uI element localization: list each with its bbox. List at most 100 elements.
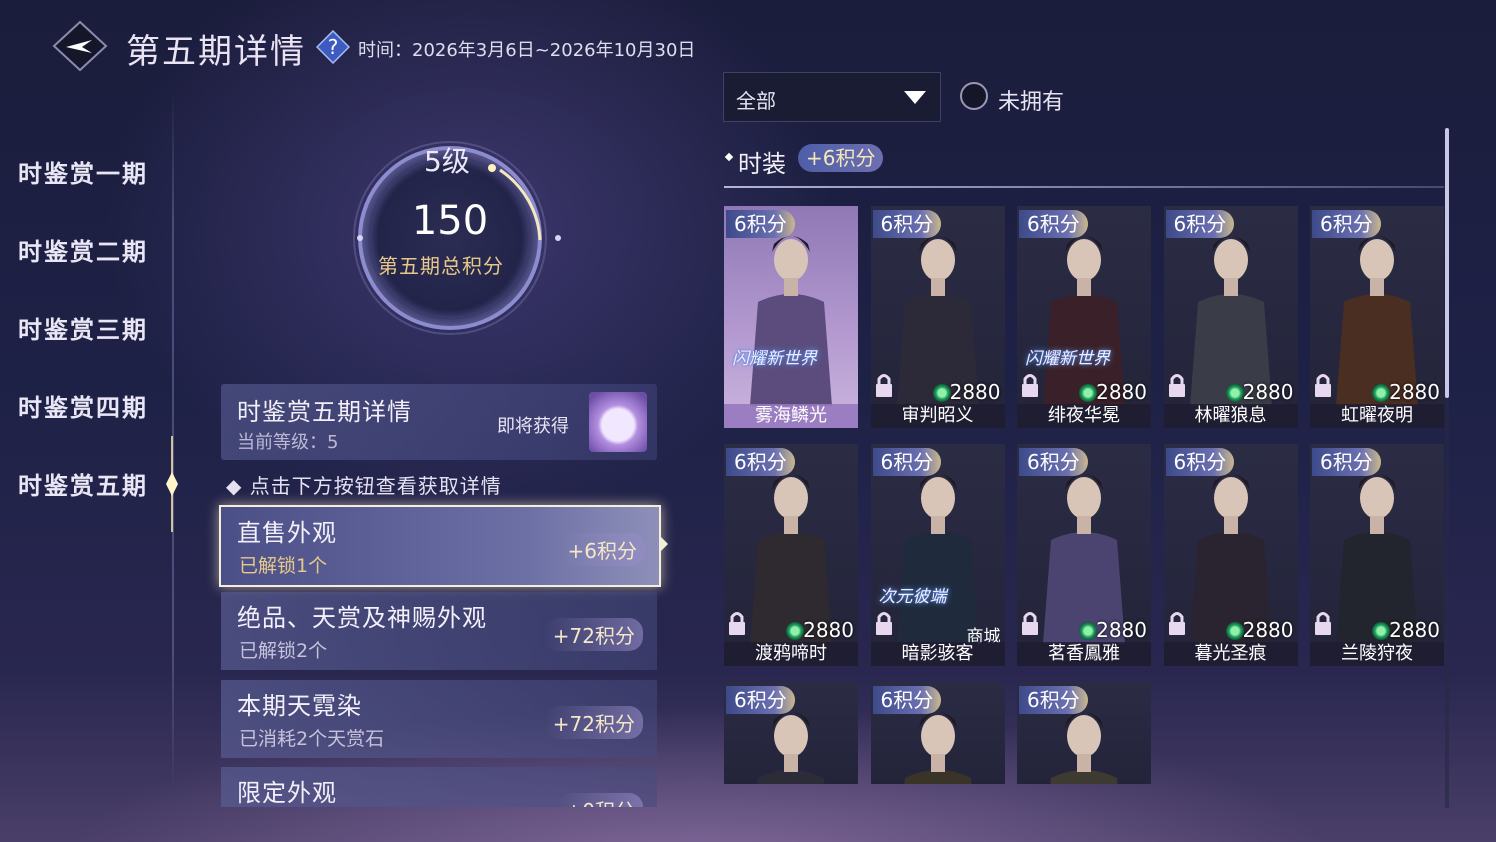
category-title: 直售外观 [237,519,337,547]
jade-coin-icon [932,384,951,402]
outfit-item[interactable]: 6积分 2880 渡鸦啼时 [724,444,858,666]
outfit-item[interactable]: 6积分 2880 审判昭义 [870,206,1005,428]
outfit-item[interactable]: 6积分 闪耀新世界 2880 绯夜华冕 [1017,206,1151,428]
outfit-name: 雾海鳞光 [724,404,858,428]
outfit-item[interactable]: 6积分 2880 兰陵狩夜 [1310,444,1444,666]
category-direct-sale[interactable]: 直售外观 已解锁1个 +6积分 [219,505,661,587]
category-points: +72积分 [544,618,643,651]
nav-item-period-4[interactable]: 时鉴赏四期 [18,388,148,423]
price-label: 2880 [949,380,1001,404]
outfit-name: 审判昭义 [870,404,1005,428]
points-badge: 6积分 [726,210,795,238]
points-badge: 6积分 [872,686,942,714]
category-limited-outfits[interactable]: 限定外观 +0积分 [221,767,657,807]
help-button[interactable]: ? [315,29,351,65]
jade-coin-icon [1225,384,1244,402]
outfit-item[interactable]: 6积分 [724,682,858,784]
points-badge: 6积分 [872,210,942,238]
jade-coin-icon [1372,384,1390,402]
section-bullet-icon [724,152,734,162]
question-mark-icon: ? [315,29,351,65]
price-label: 2880 [1242,618,1294,642]
outfit-item[interactable]: 6积分闪耀新世界雾海鳞光 [724,206,858,428]
points-badge: 6积分 [726,448,795,476]
category-premium-outfits[interactable]: 绝品、天赏及神赐外观 已解锁2个 +72积分 [221,592,657,670]
filter-value: 全部 [736,89,776,113]
level-label: 5级 [424,145,470,178]
current-level-text: 当前等级：5 [237,432,339,453]
outfit-name: 暗影骇客 [870,642,1005,666]
upcoming-reward-label: 即将获得 [497,416,569,437]
svg-text:?: ? [328,35,339,59]
unowned-only-label[interactable]: 未拥有 [998,84,1064,116]
points-badge: 6积分 [872,448,942,476]
period-label: 时间：2026年3月6日~2026年10月30日 [358,40,696,61]
outfit-item[interactable]: 6积分 2880 林曜狼息 [1163,206,1298,428]
points-badge: 6积分 [726,686,795,714]
lock-icon [875,610,893,636]
dropdown-arrow-icon [904,91,926,104]
outfit-item[interactable]: 6积分 2880 暮光圣痕 [1163,444,1298,666]
series-tag: 次元彼端 [878,587,947,607]
section-points-badge: +6积分 [798,144,884,172]
lock-icon [1314,610,1332,636]
series-tag: 闪耀新世界 [732,349,817,369]
price-label: 2880 [1389,380,1440,404]
price-label: 2880 [1096,618,1147,642]
nav-active-indicator [164,436,180,532]
category-title: 绝品、天赏及神赐外观 [237,604,487,632]
points-badge: 6积分 [1165,448,1235,476]
outfit-name: 虹曜夜明 [1310,404,1444,428]
points-badge: 6积分 [1312,448,1381,476]
outfit-name: 渡鸦啼时 [724,642,858,666]
section-divider [724,186,1444,188]
category-filter-select[interactable]: 全部 [723,72,941,122]
outfit-item[interactable]: 6积分 次元彼端 商城 暗影骇客 [870,444,1005,666]
jade-coin-icon [1079,384,1097,402]
category-subtitle: 已消耗2个天赏石 [239,728,385,750]
points-badge: 6积分 [1312,210,1381,238]
category-title: 本期天霓染 [237,692,362,720]
lock-icon [1021,610,1039,636]
lock-icon [1314,372,1332,398]
lock-icon [1168,372,1186,398]
price-label: 2880 [1096,380,1147,404]
scrollbar-thumb[interactable] [1445,128,1449,398]
outfit-item[interactable]: 6积分 2880 虹曜夜明 [1310,206,1444,428]
jade-coin-icon [786,622,804,640]
category-points: +0积分 [557,793,643,807]
lock-icon [728,610,746,636]
price-label: 2880 [1389,618,1440,642]
unowned-only-radio[interactable] [960,82,988,110]
nav-item-period-5[interactable]: 时鉴赏五期 [18,466,148,501]
nav-item-period-3[interactable]: 时鉴赏三期 [18,310,148,345]
outfit-item[interactable]: 6积分 [1017,682,1151,784]
upcoming-reward-thumbnail[interactable] [589,392,647,452]
total-score-caption: 第五期总积分 [378,254,504,278]
details-title: 时鉴赏五期详情 [237,398,412,426]
outfit-name: 暮光圣痕 [1163,642,1298,666]
nav-item-period-2[interactable]: 时鉴赏二期 [18,232,148,267]
nav-item-period-1[interactable]: 时鉴赏一期 [18,154,148,189]
points-badge: 6积分 [1019,686,1088,714]
outfit-item[interactable]: 6积分 [870,682,1005,784]
category-title: 限定外观 [237,779,337,807]
lock-icon [1021,372,1039,398]
back-button[interactable] [52,20,108,72]
hint-label: 点击下方按钮查看获取详情 [249,474,502,498]
outfit-name: 茗香鳳雅 [1017,642,1151,666]
category-subtitle: 已解锁1个 [239,555,328,577]
page-title: 第五期详情 [126,32,306,72]
series-tag: 闪耀新世界 [1025,349,1110,369]
jade-coin-icon [1225,622,1244,640]
points-badge: 6积分 [1165,210,1235,238]
outfit-item[interactable]: 6积分 2880 茗香鳳雅 [1017,444,1151,666]
price-label: 2880 [803,618,854,642]
category-points: +6积分 [559,533,645,566]
section-title: 时装 [738,150,786,178]
outfit-name: 绯夜华冕 [1017,404,1151,428]
category-dye[interactable]: 本期天霓染 已消耗2个天赏石 +72积分 [221,680,657,758]
lock-icon [875,372,893,398]
jade-coin-icon [1079,622,1097,640]
period-details-card[interactable]: 时鉴赏五期详情 当前等级：5 即将获得 [221,384,657,460]
